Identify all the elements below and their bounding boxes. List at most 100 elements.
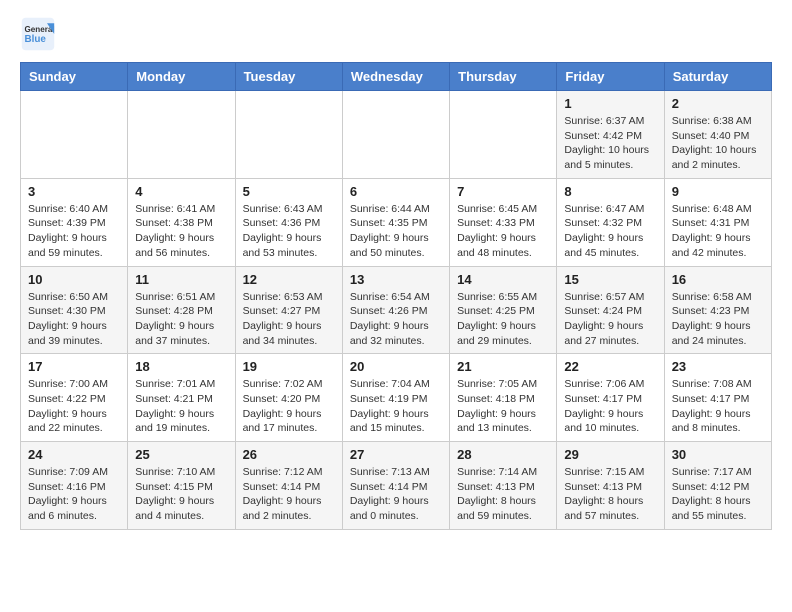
day-cell: 25 Sunrise: 7:10 AM Sunset: 4:15 PM Dayli… — [128, 442, 235, 530]
day-detail: Sunrise: 7:05 AM Sunset: 4:18 PM Dayligh… — [457, 377, 549, 436]
day-number: 2 — [672, 96, 764, 111]
day-number: 3 — [28, 184, 120, 199]
day-number: 14 — [457, 272, 549, 287]
day-cell: 30 Sunrise: 7:17 AM Sunset: 4:12 PM Dayli… — [664, 442, 771, 530]
day-cell: 5Sunrise: 6:43 AM Sunset: 4:36 PM Daylig… — [235, 178, 342, 266]
day-detail: Sunrise: 6:48 AM Sunset: 4:31 PM Dayligh… — [672, 202, 764, 261]
day-number: 7 — [457, 184, 549, 199]
day-detail: Sunrise: 6:43 AM Sunset: 4:36 PM Dayligh… — [243, 202, 335, 261]
day-number: 19 — [243, 359, 335, 374]
day-detail: Sunrise: 7:09 AM Sunset: 4:16 PM Dayligh… — [28, 465, 120, 524]
day-detail: Sunrise: 6:41 AM Sunset: 4:38 PM Dayligh… — [135, 202, 227, 261]
day-number: 17 — [28, 359, 120, 374]
day-number: 13 — [350, 272, 442, 287]
day-number: 18 — [135, 359, 227, 374]
header: General Blue — [20, 16, 772, 52]
day-number: 12 — [243, 272, 335, 287]
day-detail: Sunrise: 7:17 AM Sunset: 4:12 PM Dayligh… — [672, 465, 764, 524]
day-cell: 26 Sunrise: 7:12 AM Sunset: 4:14 PM Dayli… — [235, 442, 342, 530]
day-detail: Sunrise: 7:08 AM Sunset: 4:17 PM Dayligh… — [672, 377, 764, 436]
day-cell: 15 Sunrise: 6:57 AM Sunset: 4:24 PM Dayli… — [557, 266, 664, 354]
header-row: SundayMondayTuesdayWednesdayThursdayFrid… — [21, 63, 772, 91]
day-cell — [235, 91, 342, 179]
day-detail: Sunrise: 6:55 AM Sunset: 4:25 PM Dayligh… — [457, 290, 549, 349]
day-cell — [450, 91, 557, 179]
day-cell: 27 Sunrise: 7:13 AM Sunset: 4:14 PM Dayli… — [342, 442, 449, 530]
week-row-5: 24 Sunrise: 7:09 AM Sunset: 4:16 PM Dayli… — [21, 442, 772, 530]
svg-text:Blue: Blue — [25, 34, 47, 45]
day-detail: Sunrise: 6:58 AM Sunset: 4:23 PM Dayligh… — [672, 290, 764, 349]
day-number: 20 — [350, 359, 442, 374]
day-cell: 4 Sunrise: 6:41 AM Sunset: 4:38 PM Daylig… — [128, 178, 235, 266]
week-row-1: 1 Sunrise: 6:37 AM Sunset: 4:42 PM Daylig… — [21, 91, 772, 179]
day-number: 15 — [564, 272, 656, 287]
day-detail: Sunrise: 7:10 AM Sunset: 4:15 PM Dayligh… — [135, 465, 227, 524]
day-number: 10 — [28, 272, 120, 287]
day-detail: Sunrise: 6:51 AM Sunset: 4:28 PM Dayligh… — [135, 290, 227, 349]
day-header-saturday: Saturday — [664, 63, 771, 91]
day-detail: Sunrise: 6:38 AM Sunset: 4:40 PM Dayligh… — [672, 114, 764, 173]
day-cell: 9 Sunrise: 6:48 AM Sunset: 4:31 PM Daylig… — [664, 178, 771, 266]
day-cell: 19 Sunrise: 7:02 AM Sunset: 4:20 PM Dayli… — [235, 354, 342, 442]
day-cell: 24 Sunrise: 7:09 AM Sunset: 4:16 PM Dayli… — [21, 442, 128, 530]
day-number: 26 — [243, 447, 335, 462]
day-number: 1 — [564, 96, 656, 111]
day-number: 21 — [457, 359, 549, 374]
day-cell: 16 Sunrise: 6:58 AM Sunset: 4:23 PM Dayli… — [664, 266, 771, 354]
day-detail: Sunrise: 6:44 AM Sunset: 4:35 PM Dayligh… — [350, 202, 442, 261]
day-header-friday: Friday — [557, 63, 664, 91]
day-detail: Sunrise: 7:12 AM Sunset: 4:14 PM Dayligh… — [243, 465, 335, 524]
day-number: 16 — [672, 272, 764, 287]
day-cell: 23 Sunrise: 7:08 AM Sunset: 4:17 PM Dayli… — [664, 354, 771, 442]
day-detail: Sunrise: 7:15 AM Sunset: 4:13 PM Dayligh… — [564, 465, 656, 524]
day-cell: 8Sunrise: 6:47 AM Sunset: 4:32 PM Daylig… — [557, 178, 664, 266]
calendar-table: SundayMondayTuesdayWednesdayThursdayFrid… — [20, 62, 772, 530]
day-number: 9 — [672, 184, 764, 199]
day-number: 28 — [457, 447, 549, 462]
day-cell: 18 Sunrise: 7:01 AM Sunset: 4:21 PM Dayli… — [128, 354, 235, 442]
day-detail: Sunrise: 7:06 AM Sunset: 4:17 PM Dayligh… — [564, 377, 656, 436]
day-cell: 3Sunrise: 6:40 AM Sunset: 4:39 PM Daylig… — [21, 178, 128, 266]
day-cell: 21 Sunrise: 7:05 AM Sunset: 4:18 PM Dayli… — [450, 354, 557, 442]
day-detail: Sunrise: 7:02 AM Sunset: 4:20 PM Dayligh… — [243, 377, 335, 436]
day-detail: Sunrise: 7:01 AM Sunset: 4:21 PM Dayligh… — [135, 377, 227, 436]
day-cell: 20 Sunrise: 7:04 AM Sunset: 4:19 PM Dayli… — [342, 354, 449, 442]
day-header-monday: Monday — [128, 63, 235, 91]
day-cell: 22 Sunrise: 7:06 AM Sunset: 4:17 PM Dayli… — [557, 354, 664, 442]
day-number: 22 — [564, 359, 656, 374]
day-cell: 2 Sunrise: 6:38 AM Sunset: 4:40 PM Daylig… — [664, 91, 771, 179]
logo-icon: General Blue — [20, 16, 56, 52]
day-cell: 14 Sunrise: 6:55 AM Sunset: 4:25 PM Dayli… — [450, 266, 557, 354]
day-number: 27 — [350, 447, 442, 462]
day-header-thursday: Thursday — [450, 63, 557, 91]
day-cell: 7Sunrise: 6:45 AM Sunset: 4:33 PM Daylig… — [450, 178, 557, 266]
day-cell: 29 Sunrise: 7:15 AM Sunset: 4:13 PM Dayli… — [557, 442, 664, 530]
day-detail: Sunrise: 6:54 AM Sunset: 4:26 PM Dayligh… — [350, 290, 442, 349]
day-number: 29 — [564, 447, 656, 462]
day-cell: 1 Sunrise: 6:37 AM Sunset: 4:42 PM Daylig… — [557, 91, 664, 179]
day-cell: 17 Sunrise: 7:00 AM Sunset: 4:22 PM Dayli… — [21, 354, 128, 442]
day-number: 25 — [135, 447, 227, 462]
day-detail: Sunrise: 6:57 AM Sunset: 4:24 PM Dayligh… — [564, 290, 656, 349]
day-detail: Sunrise: 7:00 AM Sunset: 4:22 PM Dayligh… — [28, 377, 120, 436]
week-row-2: 3Sunrise: 6:40 AM Sunset: 4:39 PM Daylig… — [21, 178, 772, 266]
day-cell — [342, 91, 449, 179]
day-cell: 11 Sunrise: 6:51 AM Sunset: 4:28 PM Dayli… — [128, 266, 235, 354]
day-number: 8 — [564, 184, 656, 199]
day-number: 11 — [135, 272, 227, 287]
day-header-wednesday: Wednesday — [342, 63, 449, 91]
day-cell: 10Sunrise: 6:50 AM Sunset: 4:30 PM Dayli… — [21, 266, 128, 354]
week-row-4: 17 Sunrise: 7:00 AM Sunset: 4:22 PM Dayli… — [21, 354, 772, 442]
day-cell — [128, 91, 235, 179]
day-cell — [21, 91, 128, 179]
day-number: 30 — [672, 447, 764, 462]
day-detail: Sunrise: 7:04 AM Sunset: 4:19 PM Dayligh… — [350, 377, 442, 436]
day-number: 23 — [672, 359, 764, 374]
day-detail: Sunrise: 6:37 AM Sunset: 4:42 PM Dayligh… — [564, 114, 656, 173]
day-number: 4 — [135, 184, 227, 199]
day-detail: Sunrise: 7:14 AM Sunset: 4:13 PM Dayligh… — [457, 465, 549, 524]
day-detail: Sunrise: 7:13 AM Sunset: 4:14 PM Dayligh… — [350, 465, 442, 524]
day-number: 24 — [28, 447, 120, 462]
day-header-sunday: Sunday — [21, 63, 128, 91]
week-row-3: 10Sunrise: 6:50 AM Sunset: 4:30 PM Dayli… — [21, 266, 772, 354]
